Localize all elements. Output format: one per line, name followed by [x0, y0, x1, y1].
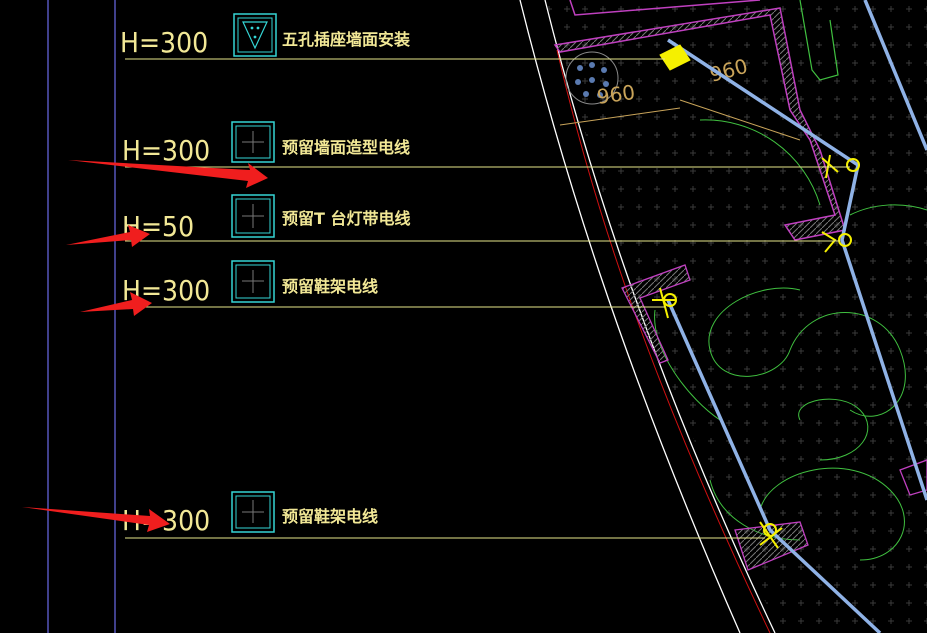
note-label-3: 预留T 台灯带电线 [282, 209, 411, 228]
height-label-1: H=300 [120, 26, 208, 59]
reserved-box-icon [231, 491, 275, 533]
cad-drawing-canvas: 960 960 H=300 五孔插座墙面安装 H=300 预留墙面造型电线 H=… [22, 0, 927, 633]
five-hole-socket-icon [233, 13, 277, 57]
reserved-box-icon [231, 194, 275, 238]
reserved-box-icon [231, 260, 275, 303]
note-label-2: 预留墙面造型电线 [282, 138, 410, 157]
note-label-4: 预留鞋架电线 [282, 277, 378, 296]
note-label-5: 预留鞋架电线 [282, 507, 378, 526]
note-label-1: 五孔插座墙面安装 [282, 30, 410, 49]
reserved-box-icon [231, 121, 275, 163]
height-label-2: H=300 [122, 134, 210, 167]
